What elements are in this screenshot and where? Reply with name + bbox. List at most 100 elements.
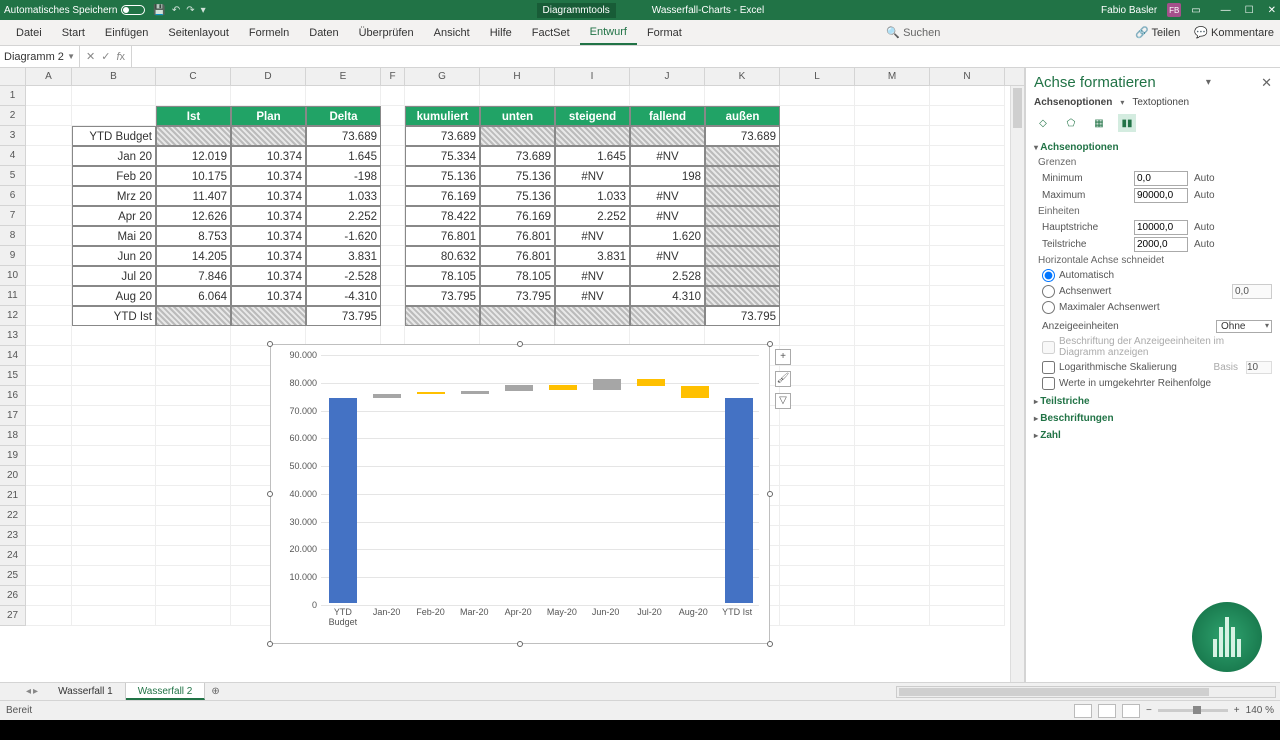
cell[interactable] bbox=[930, 466, 1005, 486]
cell[interactable] bbox=[26, 246, 72, 266]
cell[interactable]: 73.689 bbox=[480, 146, 555, 166]
input-major[interactable] bbox=[1134, 220, 1188, 235]
cell[interactable] bbox=[156, 406, 231, 426]
cell[interactable] bbox=[26, 346, 72, 366]
cell[interactable]: Apr 20 bbox=[72, 206, 156, 226]
name-box[interactable]: Diagramm 2 ▼ bbox=[0, 46, 80, 67]
cell[interactable] bbox=[26, 406, 72, 426]
select-display-units[interactable]: Ohne bbox=[1216, 320, 1272, 333]
chart-filter-button[interactable]: ▽ bbox=[775, 393, 791, 409]
cell[interactable] bbox=[930, 226, 1005, 246]
cell[interactable] bbox=[930, 526, 1005, 546]
cell[interactable]: #NV bbox=[555, 226, 630, 246]
cell[interactable] bbox=[630, 326, 705, 346]
cell[interactable] bbox=[381, 126, 405, 146]
cell[interactable] bbox=[72, 326, 156, 346]
cell[interactable]: 75.136 bbox=[480, 166, 555, 186]
menu-start[interactable]: Start bbox=[52, 20, 95, 45]
cell[interactable] bbox=[381, 206, 405, 226]
row-header[interactable]: 13 bbox=[0, 326, 26, 346]
check-log-scale[interactable] bbox=[1042, 361, 1055, 374]
radio-axisvalue[interactable] bbox=[1042, 285, 1055, 298]
cell[interactable] bbox=[855, 606, 930, 626]
cell[interactable] bbox=[780, 266, 855, 286]
cell[interactable]: -2.528 bbox=[306, 266, 381, 286]
sheet-nav-next-icon[interactable]: ▸ bbox=[33, 686, 38, 697]
cell[interactable] bbox=[780, 446, 855, 466]
maximize-icon[interactable]: ☐ bbox=[1245, 5, 1254, 16]
cell[interactable]: 10.374 bbox=[231, 266, 306, 286]
cell[interactable]: Aug 20 bbox=[72, 286, 156, 306]
cell[interactable]: 10.374 bbox=[231, 226, 306, 246]
col-header[interactable]: A bbox=[26, 68, 72, 85]
cell[interactable] bbox=[156, 586, 231, 606]
cell[interactable] bbox=[930, 426, 1005, 446]
row-header[interactable]: 2 bbox=[0, 106, 26, 126]
cell[interactable] bbox=[855, 506, 930, 526]
cell[interactable] bbox=[930, 146, 1005, 166]
row-header[interactable]: 21 bbox=[0, 486, 26, 506]
cell[interactable] bbox=[930, 546, 1005, 566]
cell[interactable] bbox=[156, 566, 231, 586]
cell[interactable] bbox=[26, 526, 72, 546]
cell[interactable] bbox=[780, 506, 855, 526]
radio-maxvalue[interactable] bbox=[1042, 301, 1055, 314]
cell[interactable] bbox=[72, 386, 156, 406]
cell[interactable] bbox=[855, 426, 930, 446]
cell[interactable] bbox=[780, 566, 855, 586]
cell[interactable] bbox=[381, 286, 405, 306]
sheet-tab[interactable]: Wasserfall 2 bbox=[126, 683, 206, 700]
cell[interactable]: Jun 20 bbox=[72, 246, 156, 266]
cell[interactable] bbox=[780, 606, 855, 626]
cell[interactable] bbox=[156, 346, 231, 366]
cell[interactable]: Jul 20 bbox=[72, 266, 156, 286]
cell[interactable] bbox=[930, 86, 1005, 106]
cell[interactable]: 75.136 bbox=[480, 186, 555, 206]
toggle-icon[interactable] bbox=[121, 5, 145, 15]
chart-elements-button[interactable]: + bbox=[775, 349, 791, 365]
cell[interactable]: fallend bbox=[630, 106, 705, 126]
cell[interactable] bbox=[780, 166, 855, 186]
cell[interactable] bbox=[855, 86, 930, 106]
cell[interactable]: 76.169 bbox=[480, 206, 555, 226]
cell[interactable] bbox=[26, 126, 72, 146]
cell[interactable] bbox=[156, 126, 231, 146]
view-normal-icon[interactable] bbox=[1074, 704, 1092, 718]
cell[interactable] bbox=[156, 526, 231, 546]
row-header[interactable]: 23 bbox=[0, 526, 26, 546]
horizontal-scrollbar[interactable] bbox=[896, 686, 1276, 698]
cell[interactable] bbox=[630, 306, 705, 326]
cell[interactable] bbox=[930, 186, 1005, 206]
cell[interactable] bbox=[855, 226, 930, 246]
cell[interactable]: #NV bbox=[630, 246, 705, 266]
cell[interactable] bbox=[156, 546, 231, 566]
sheet-nav-prev-icon[interactable]: ◂ bbox=[26, 686, 31, 697]
cell[interactable] bbox=[780, 126, 855, 146]
ribbon-display-icon[interactable]: ▭ bbox=[1191, 5, 1200, 16]
cell[interactable] bbox=[72, 526, 156, 546]
cell[interactable] bbox=[630, 126, 705, 146]
effects-icon[interactable]: ⬠ bbox=[1062, 114, 1080, 132]
cell[interactable] bbox=[855, 126, 930, 146]
cell[interactable] bbox=[26, 466, 72, 486]
cell[interactable] bbox=[855, 266, 930, 286]
cell[interactable] bbox=[156, 306, 231, 326]
cell[interactable]: 2.252 bbox=[555, 206, 630, 226]
pane-options-icon[interactable]: ▾ bbox=[1206, 77, 1211, 88]
cell[interactable] bbox=[930, 246, 1005, 266]
menu-einfügen[interactable]: Einfügen bbox=[95, 20, 158, 45]
cell[interactable] bbox=[855, 186, 930, 206]
cell[interactable]: -4.310 bbox=[306, 286, 381, 306]
cell[interactable] bbox=[855, 106, 930, 126]
cell[interactable]: 73.689 bbox=[306, 126, 381, 146]
spreadsheet-grid[interactable]: ABCDEFGHIJKLMN 12IstPlanDeltakumuliertun… bbox=[0, 68, 1025, 682]
cell[interactable]: 73.689 bbox=[705, 126, 780, 146]
cell[interactable]: 76.169 bbox=[405, 186, 480, 206]
tab-axis-options[interactable]: Achsenoptionen bbox=[1034, 97, 1112, 108]
row-header[interactable]: 1 bbox=[0, 86, 26, 106]
cell[interactable] bbox=[855, 206, 930, 226]
row-header[interactable]: 5 bbox=[0, 166, 26, 186]
menu-hilfe[interactable]: Hilfe bbox=[480, 20, 522, 45]
col-header[interactable]: E bbox=[306, 68, 381, 85]
col-header[interactable]: N bbox=[930, 68, 1005, 85]
